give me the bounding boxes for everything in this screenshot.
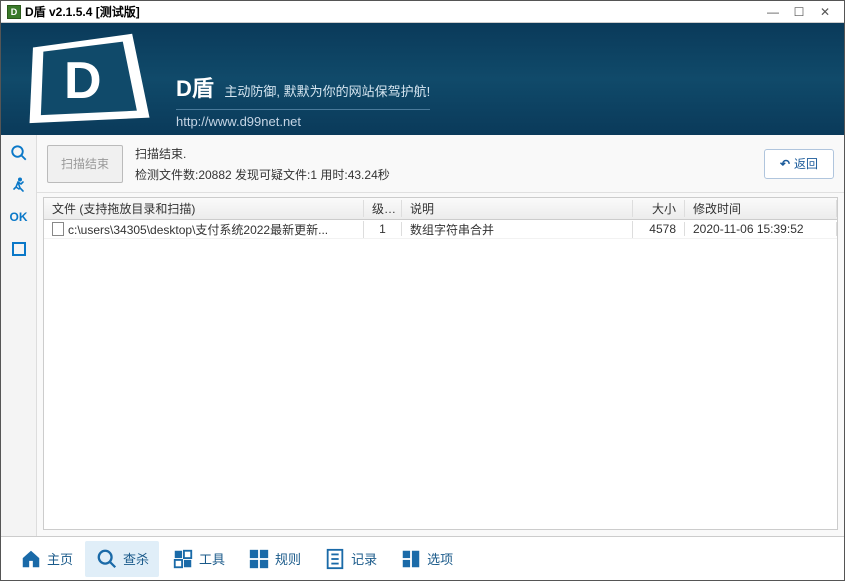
titlebar: D D盾 v2.1.5.4 [测试版] — ☐ ✕ (1, 1, 844, 23)
magnifier-icon (10, 144, 28, 162)
sidenav-box[interactable] (7, 237, 31, 261)
status-line-1: 扫描结束. (135, 145, 752, 162)
nav-options[interactable]: 选项 (389, 541, 463, 577)
cell-level: 1 (364, 222, 402, 236)
app-icon: D (7, 5, 21, 19)
sidenav-search[interactable] (7, 141, 31, 165)
maximize-button[interactable]: ☐ (786, 3, 812, 21)
return-label: 返回 (794, 155, 818, 172)
header-url[interactable]: http://www.d99net.net (176, 109, 430, 129)
nav-records-label: 记录 (351, 549, 377, 568)
options-icon (399, 547, 423, 571)
nav-rules[interactable]: 规则 (237, 541, 311, 577)
main-panel: 扫描结束 扫描结束. 检测文件数:20882 发现可疑文件:1 用时:43.24… (37, 135, 844, 536)
square-icon (11, 241, 27, 257)
toolbar: 扫描结束 扫描结束. 检测文件数:20882 发现可疑文件:1 用时:43.24… (37, 135, 844, 193)
nav-tools-label: 工具 (199, 549, 225, 568)
nav-records[interactable]: 记录 (313, 541, 387, 577)
home-icon (19, 547, 43, 571)
svg-text:D: D (64, 52, 102, 110)
window-title: D盾 v2.1.5.4 [测试版] (25, 3, 140, 20)
nav-options-label: 选项 (427, 549, 453, 568)
th-time[interactable]: 修改时间 (685, 200, 837, 217)
side-nav: OK (1, 135, 37, 536)
sidenav-ok[interactable]: OK (7, 205, 31, 229)
runner-icon (12, 177, 26, 193)
sidenav-run[interactable] (7, 173, 31, 197)
bottom-nav: 主页 查杀 工具 规则 记录 选项 (1, 536, 844, 580)
close-button[interactable]: ✕ (812, 3, 838, 21)
app-window: D D盾 v2.1.5.4 [测试版] — ☐ ✕ D D盾 主动防御, 默默为… (0, 0, 845, 581)
th-level[interactable]: 级别 (364, 200, 402, 217)
th-desc[interactable]: 说明 (402, 200, 633, 217)
header-title: D盾 (176, 76, 214, 101)
table-row[interactable]: c:\users\34305\desktop\支付系统2022最新更新... 1… (44, 220, 837, 239)
th-file[interactable]: 文件 (支持拖放目录和扫描) (44, 200, 364, 217)
nav-rules-label: 规则 (275, 549, 301, 568)
records-icon (323, 547, 347, 571)
body: OK 扫描结束 扫描结束. 检测文件数:20882 发现可疑文件:1 用时:43… (1, 135, 844, 536)
nav-home-label: 主页 (47, 549, 73, 568)
cell-desc: 数组字符串合并 (402, 221, 633, 238)
table-body[interactable]: c:\users\34305\desktop\支付系统2022最新更新... 1… (44, 220, 837, 529)
cell-size: 4578 (633, 222, 685, 236)
header-banner: D D盾 主动防御, 默默为你的网站保驾护航! http://www.d99ne… (1, 23, 844, 135)
results-table: 文件 (支持拖放目录和扫描) 级别 说明 大小 修改时间 c:\users\34… (43, 197, 838, 530)
nav-tools[interactable]: 工具 (161, 541, 235, 577)
status-box: 扫描结束. 检测文件数:20882 发现可疑文件:1 用时:43.24秒 (135, 145, 752, 183)
scan-status-button[interactable]: 扫描结束 (47, 145, 123, 183)
th-size[interactable]: 大小 (633, 200, 685, 217)
status-line-2: 检测文件数:20882 发现可疑文件:1 用时:43.24秒 (135, 166, 752, 183)
table-header-row: 文件 (支持拖放目录和扫描) 级别 说明 大小 修改时间 (44, 198, 837, 220)
nav-scan-label: 查杀 (123, 549, 149, 568)
cell-time: 2020-11-06 15:39:52 (685, 222, 837, 236)
rules-icon (247, 547, 271, 571)
magnifier-icon (95, 547, 119, 571)
cell-file: c:\users\34305\desktop\支付系统2022最新更新... (44, 221, 364, 238)
header-subtitle: 主动防御, 默默为你的网站保驾护航! (224, 84, 430, 99)
logo-icon: D (16, 33, 156, 128)
return-button[interactable]: ↶ 返回 (764, 149, 834, 179)
minimize-button[interactable]: — (760, 3, 786, 21)
nav-scan[interactable]: 查杀 (85, 541, 159, 577)
return-icon: ↶ (780, 157, 790, 171)
nav-home[interactable]: 主页 (9, 541, 83, 577)
file-icon (52, 222, 64, 236)
tools-icon (171, 547, 195, 571)
